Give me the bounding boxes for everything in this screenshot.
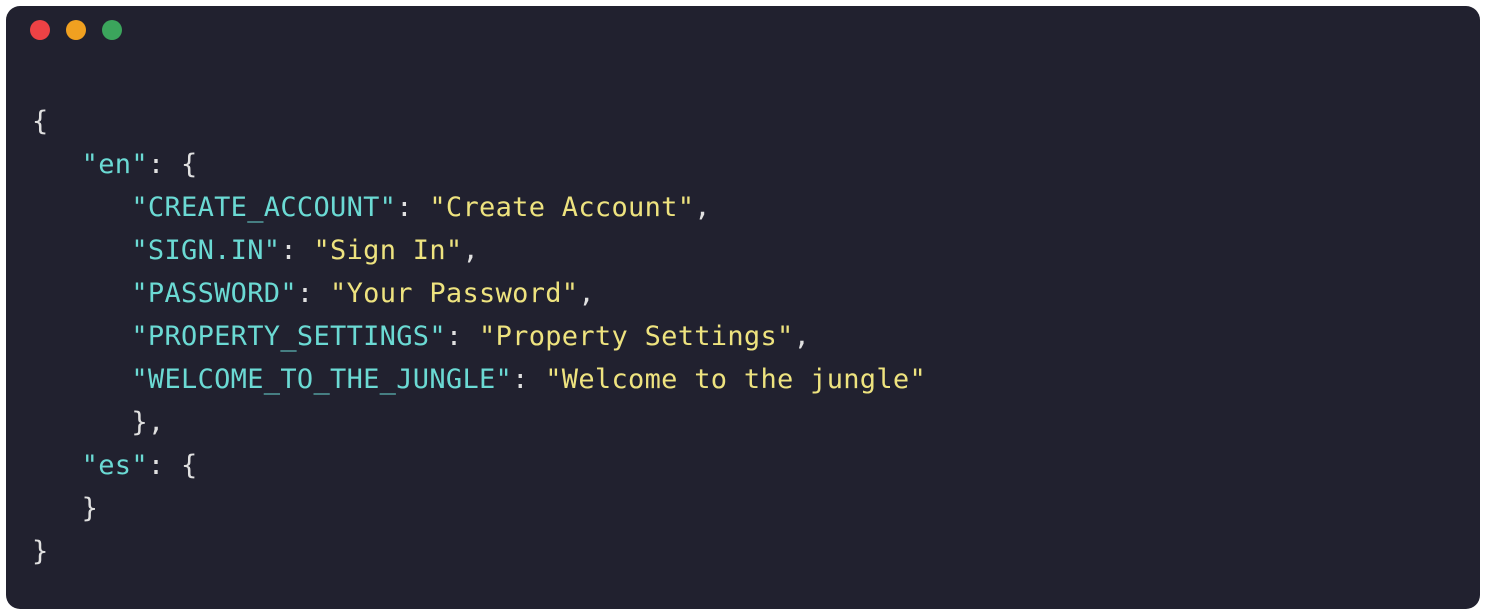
code-line: "es": {: [32, 450, 198, 481]
code-line: "WELCOME_TO_THE_JUNGLE": "Welcome to the…: [32, 364, 926, 395]
indent: [32, 321, 131, 352]
window-titlebar: [6, 6, 1480, 54]
code-line: }: [32, 536, 49, 567]
code-line: "SIGN.IN": "Sign In",: [32, 235, 479, 266]
code-line: }: [32, 493, 98, 524]
indent: [32, 235, 131, 266]
json-string: "Your Password": [330, 278, 578, 309]
indent: [32, 493, 82, 524]
code-line: "PASSWORD": "Your Password",: [32, 278, 595, 309]
close-icon[interactable]: [30, 20, 50, 40]
json-string: "Sign In": [313, 235, 462, 266]
json-key: "WELCOME_TO_THE_JUNGLE": [131, 364, 512, 395]
minimize-icon[interactable]: [66, 20, 86, 40]
colon-brace: : {: [148, 450, 198, 481]
colon: :: [396, 192, 429, 223]
json-key: "SIGN.IN": [131, 235, 280, 266]
comma: ,: [462, 235, 479, 266]
colon: :: [297, 278, 330, 309]
json-key: "PROPERTY_SETTINGS": [131, 321, 446, 352]
code-line: {: [32, 106, 49, 137]
code-line: "PROPERTY_SETTINGS": "Property Settings"…: [32, 321, 810, 352]
brace-close: },: [131, 407, 164, 438]
colon: :: [512, 364, 545, 395]
indent: [32, 450, 82, 481]
json-key: "es": [82, 450, 148, 481]
json-key: "CREATE_ACCOUNT": [131, 192, 396, 223]
json-string: "Create Account": [429, 192, 694, 223]
json-string: "Welcome to the jungle": [545, 364, 926, 395]
code-line: "CREATE_ACCOUNT": "Create Account",: [32, 192, 711, 223]
indent: [32, 407, 131, 438]
indent: [32, 278, 131, 309]
colon: :: [280, 235, 313, 266]
colon-brace: : {: [148, 149, 198, 180]
comma: ,: [578, 278, 595, 309]
json-key: "PASSWORD": [131, 278, 297, 309]
code-block: { "en": { "CREATE_ACCOUNT": "Create Acco…: [6, 54, 1480, 573]
code-window: { "en": { "CREATE_ACCOUNT": "Create Acco…: [6, 6, 1480, 609]
indent: [32, 364, 131, 395]
comma: ,: [694, 192, 711, 223]
comma: ,: [794, 321, 811, 352]
indent: [32, 149, 82, 180]
brace-close: }: [32, 536, 49, 567]
json-string: "Property Settings": [479, 321, 794, 352]
code-line: },: [32, 407, 164, 438]
json-key: "en": [82, 149, 148, 180]
colon: :: [446, 321, 479, 352]
maximize-icon[interactable]: [102, 20, 122, 40]
brace-open: {: [32, 106, 49, 137]
brace-close: }: [82, 493, 99, 524]
code-line: "en": {: [32, 149, 198, 180]
indent: [32, 192, 131, 223]
